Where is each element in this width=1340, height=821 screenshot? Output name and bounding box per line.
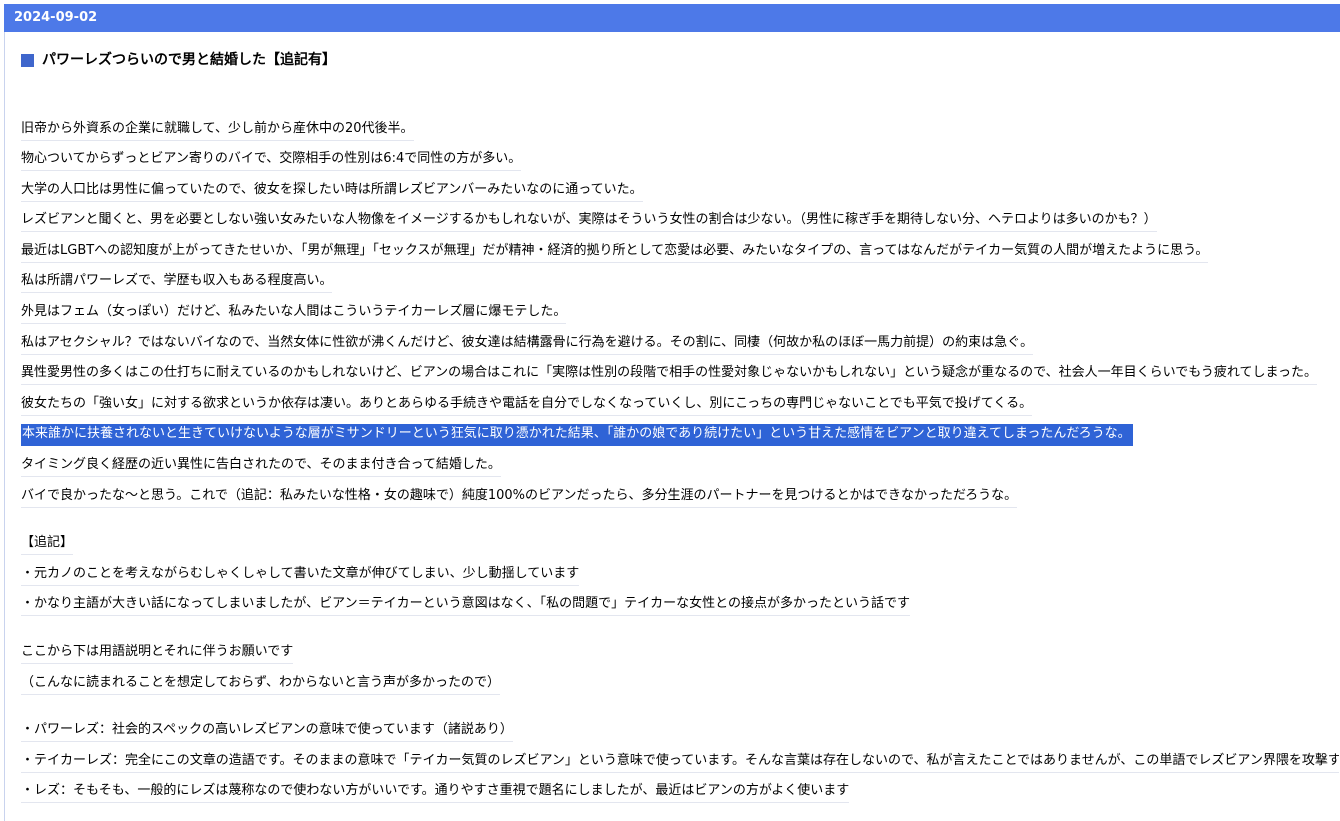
square-bullet-icon bbox=[21, 53, 34, 67]
paragraph-text: 彼女たちの「強い女」に対する欲求というか依存は凄い。ありとあらゆる手続きや電話を… bbox=[21, 394, 1033, 416]
paragraph-line: 私はアセクシャル？ではないバイなので、当然女体に性欲が沸くんだけど、彼女達は結構… bbox=[21, 329, 1339, 360]
selected-paragraph-line[interactable]: 本来誰かに扶養されないと生きていけないような層がミサンドリーという狂気に取り憑か… bbox=[21, 421, 1339, 452]
paragraph-text: 大学の人口比は男性に偏っていたので、彼女を探したい時は所謂レズビアンバーみたいな… bbox=[21, 180, 643, 202]
paragraph-text: タイミング良く経歴の近い異性に告白されたので、そのまま付き合って結婚した。 bbox=[21, 455, 501, 478]
paragraph-line: 異性愛男性の多くはこの仕打ちに耐えているのかもしれないけど、ビアンの場合はこれに… bbox=[21, 360, 1339, 391]
date-text: 2024-09-02 bbox=[14, 10, 98, 25]
glossary-intro-line: （こんなに読まれることを想定しておらず、わからないと言う声が多かったので） bbox=[21, 669, 1339, 700]
selected-text[interactable]: 本来誰かに扶養されないと生きていけないような層がミサンドリーという狂気に取り憑か… bbox=[21, 424, 1133, 447]
addendum-text: 【追記】 bbox=[21, 533, 74, 556]
glossary-text: ・パワーレズ：社会的スペックの高いレズビアンの意味で使っています（諸説あり） bbox=[21, 720, 513, 743]
article-title-row[interactable]: パワーレズつらいので男と結婚した【追記有】 bbox=[21, 49, 336, 71]
paragraph-line: 大学の人口比は男性に偏っていたので、彼女を探したい時は所謂レズビアンバーみたいな… bbox=[21, 176, 1339, 207]
date-header: 2024-09-02 bbox=[4, 4, 1340, 32]
glossary-intro-text: ここから下は用語説明とそれに伴うお願いです bbox=[21, 642, 294, 664]
paragraph-line: 私は所謂パワーレズで、学歴も収入もある程度高い。 bbox=[21, 268, 1339, 299]
addendum-line: ・かなり主語が大きい話になってしまいましたが、ビアン＝テイカーという意図はなく、… bbox=[21, 591, 1339, 622]
paragraph-text: 私はアセクシャル？ではないバイなので、当然女体に性欲が沸くんだけど、彼女達は結構… bbox=[21, 333, 1034, 355]
article-body: 旧帝から外資系の企業に就職して、少し前から産休中の20代後半。 物心ついてからず… bbox=[21, 115, 1339, 808]
glossary-text: ・テイカーレズ：完全にこの文章の造語です。そのままの意味で「テイカー気質のレズビ… bbox=[21, 751, 1339, 773]
paragraph-text: 物心ついてからずっとビアン寄りのバイで、交際相手の性別は6:4で同性の方が多い。 bbox=[21, 149, 522, 172]
paragraph-line: タイミング良く経歴の近い異性に告白されたので、そのまま付き合って結婚した。 bbox=[21, 452, 1339, 483]
article-title[interactable]: パワーレズつらいので男と結婚した【追記有】 bbox=[42, 49, 336, 71]
paragraph-text: 旧帝から外資系の企業に就職して、少し前から産休中の20代後半。 bbox=[21, 119, 414, 141]
paragraph-line: 旧帝から外資系の企業に就職して、少し前から産休中の20代後半。 bbox=[21, 115, 1339, 146]
glossary-item: ・レズ：そもそも、一般的にレズは蔑称なので使わない方がいいです。通りやすさ重視で… bbox=[21, 778, 1339, 809]
paragraph-line: 物心ついてからずっとビアン寄りのバイで、交際相手の性別は6:4で同性の方が多い。 bbox=[21, 146, 1339, 177]
paragraph-line: レズビアンと聞くと、男を必要としない強い女みたいな人物像をイメージするかもしれな… bbox=[21, 207, 1339, 238]
page: 2024-09-02 パワーレズつらいので男と結婚した【追記有】 旧帝から外資系… bbox=[0, 0, 1340, 821]
glossary-item: ・テイカーレズ：完全にこの文章の造語です。そのままの意味で「テイカー気質のレズビ… bbox=[21, 747, 1339, 778]
addendum-text: ・かなり主語が大きい話になってしまいましたが、ビアン＝テイカーという意図はなく、… bbox=[21, 594, 910, 617]
paragraph-text: 外見はフェム（女っぽい）だけど、私みたいな人間はこういうテイカーレズ層に爆モテし… bbox=[21, 302, 567, 325]
paragraph-line: 最近はLGBTへの認知度が上がってきたせいか、「男が無理」「セックスが無理」だが… bbox=[21, 237, 1339, 268]
paragraph-text: 異性愛男性の多くはこの仕打ちに耐えているのかもしれないけど、ビアンの場合はこれに… bbox=[21, 363, 1317, 386]
glossary-intro-text: （こんなに読まれることを想定しておらず、わからないと言う声が多かったので） bbox=[21, 673, 501, 695]
glossary-item: ・パワーレズ：社会的スペックの高いレズビアンの意味で使っています（諸説あり） bbox=[21, 717, 1339, 748]
paragraph-line: 彼女たちの「強い女」に対する欲求というか依存は凄い。ありとあらゆる手続きや電話を… bbox=[21, 390, 1339, 421]
paragraph-line: 外見はフェム（女っぽい）だけど、私みたいな人間はこういうテイカーレズ層に爆モテし… bbox=[21, 299, 1339, 330]
glossary-intro-line: ここから下は用語説明とそれに伴うお願いです bbox=[21, 639, 1339, 670]
addendum-line: ・元カノのことを考えながらむしゃくしゃして書いた文章が伸びてしまい、少し動揺して… bbox=[21, 560, 1339, 591]
glossary-text: ・レズ：そもそも、一般的にレズは蔑称なので使わない方がいいです。通りやすさ重視で… bbox=[21, 781, 850, 804]
paragraph-text: 私は所謂パワーレズで、学歴も収入もある程度高い。 bbox=[21, 271, 333, 294]
article: パワーレズつらいので男と結婚した【追記有】 旧帝から外資系の企業に就職して、少し… bbox=[4, 32, 1340, 821]
paragraph-line: バイで良かったな～と思う。これで（追記：私みたいな性格・女の趣味で）純度100%… bbox=[21, 482, 1339, 513]
addendum-text: ・元カノのことを考えながらむしゃくしゃして書いた文章が伸びてしまい、少し動揺して… bbox=[21, 564, 580, 586]
paragraph-text: レズビアンと聞くと、男を必要としない強い女みたいな人物像をイメージするかもしれな… bbox=[21, 210, 1157, 233]
paragraph-text: バイで良かったな～と思う。これで（追記：私みたいな性格・女の趣味で）純度100%… bbox=[21, 486, 1018, 508]
addendum-heading: 【追記】 bbox=[21, 530, 1339, 561]
paragraph-text: 最近はLGBTへの認知度が上がってきたせいか、「男が無理」「セックスが無理」だが… bbox=[21, 241, 1209, 263]
